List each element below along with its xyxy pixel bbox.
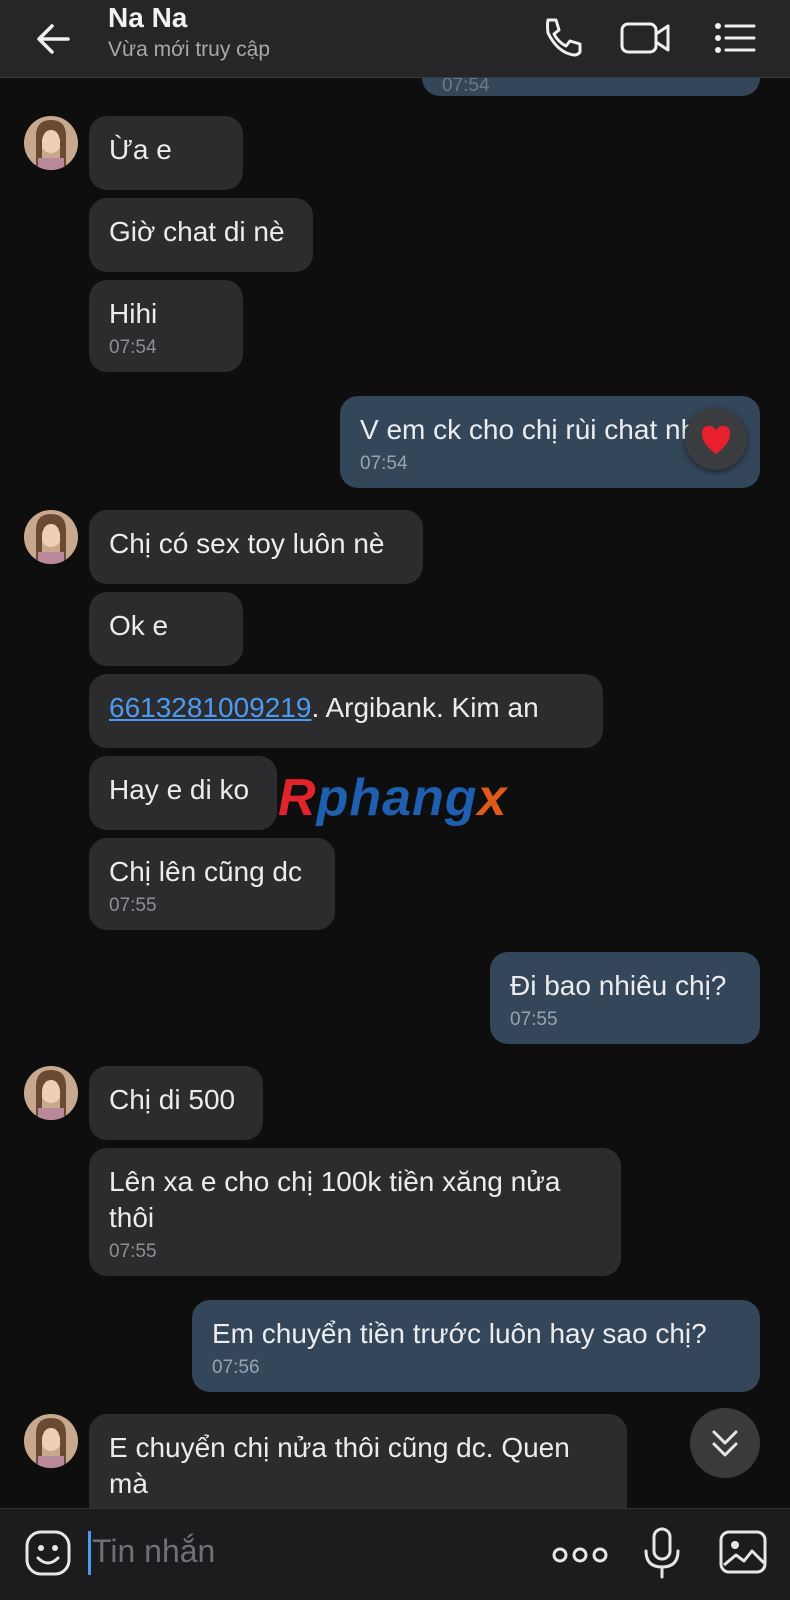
message-text: Chị di 500 — [109, 1084, 236, 1115]
message-text: Ok e — [109, 610, 169, 641]
message-text: E chuyển chị nửa thôi cũng dc. Quen mà — [109, 1432, 570, 1499]
message-time: 07:55 — [510, 1009, 558, 1030]
message-text: . Argibank. Kim an — [311, 692, 539, 723]
message-text: Ừa e — [109, 134, 172, 165]
message-bubble-incoming[interactable]: Hay e di ko — [89, 756, 277, 830]
reaction-badge[interactable] — [685, 408, 747, 470]
avatar[interactable] — [24, 116, 78, 170]
more-dots-icon[interactable] — [552, 1543, 608, 1572]
message-bubble-incoming[interactable]: Lên xa e cho chị 100k tiền xăng nửa thôi… — [89, 1148, 621, 1276]
contact-name[interactable]: Na Na — [108, 2, 187, 34]
message-time: 07:54 — [360, 453, 408, 474]
message-bubble-incoming[interactable]: Ừa e — [89, 116, 243, 190]
watermark-logo: Rphangx — [278, 769, 508, 827]
chat-header: Na Na Vừa mới truy cập — [0, 0, 790, 78]
message-bubble-incoming[interactable]: Hihi 07:54 — [89, 280, 243, 372]
message-bubble-incoming[interactable]: E chuyển chị nửa thôi cũng dc. Quen mà — [89, 1414, 627, 1508]
message-text: Chị có sex toy luôn nè — [109, 528, 385, 559]
avatar[interactable] — [24, 1066, 78, 1120]
message-list[interactable]: 07:54 Ừa e Giờ chat di nè Hihi 07:54 V e… — [0, 78, 790, 1508]
message-text: Đi bao nhiêu chị? — [510, 970, 727, 1001]
avatar[interactable] — [24, 1414, 78, 1468]
message-text: Giờ chat di nè — [109, 216, 285, 247]
message-bubble-incoming[interactable]: Ok e — [89, 592, 243, 666]
phone-icon[interactable] — [534, 12, 590, 64]
chevron-double-down-icon — [712, 1430, 738, 1457]
image-icon[interactable] — [718, 1527, 768, 1582]
message-bubble-incoming[interactable]: 6613281009219. Argibank. Kim an — [89, 674, 603, 748]
account-number-link[interactable]: 6613281009219 — [109, 692, 311, 723]
microphone-icon[interactable] — [640, 1525, 684, 1586]
message-time: 07:56 — [212, 1357, 260, 1378]
message-time: 07:54 — [442, 78, 490, 96]
menu-list-icon[interactable] — [712, 12, 768, 64]
message-bubble-incoming[interactable]: Chị có sex toy luôn nè — [89, 510, 423, 584]
emoji-icon[interactable] — [24, 1529, 72, 1582]
scroll-to-bottom-button[interactable] — [690, 1408, 760, 1478]
message-bubble-incoming[interactable]: Giờ chat di nè — [89, 198, 313, 272]
message-input-bar: Tin nhắn — [0, 1508, 790, 1600]
message-text: Hihi — [109, 298, 158, 329]
video-call-icon[interactable] — [618, 12, 674, 64]
message-text: Lên xa e cho chị 100k tiền xăng nửa thôi — [109, 1166, 561, 1233]
message-text: Chị lên cũng dc — [109, 856, 303, 887]
message-text: Hay e di ko — [109, 774, 250, 805]
message-text: Em chuyển tiền trước luôn hay sao chị? — [212, 1318, 707, 1349]
message-bubble-outgoing[interactable]: Đi bao nhiêu chị? 07:55 — [490, 952, 760, 1044]
contact-status: Vừa mới truy cập — [108, 38, 271, 61]
message-time: 07:55 — [109, 895, 157, 916]
avatar[interactable] — [24, 510, 78, 564]
message-bubble-outgoing[interactable]: 07:54 — [422, 78, 760, 96]
message-input[interactable]: Tin nhắn — [92, 1533, 215, 1570]
text-cursor — [88, 1531, 91, 1575]
message-bubble-incoming[interactable]: Chị di 500 — [89, 1066, 263, 1140]
message-text: V em ck cho chị rùi chat nha — [360, 414, 712, 445]
back-arrow-icon[interactable] — [28, 14, 78, 64]
message-time: 07:54 — [109, 337, 157, 358]
message-bubble-incoming[interactable]: Chị lên cũng dc 07:55 — [89, 838, 335, 930]
message-time: 07:55 — [109, 1241, 157, 1262]
message-bubble-outgoing[interactable]: Em chuyển tiền trước luôn hay sao chị? 0… — [192, 1300, 760, 1392]
heart-icon — [701, 425, 731, 454]
